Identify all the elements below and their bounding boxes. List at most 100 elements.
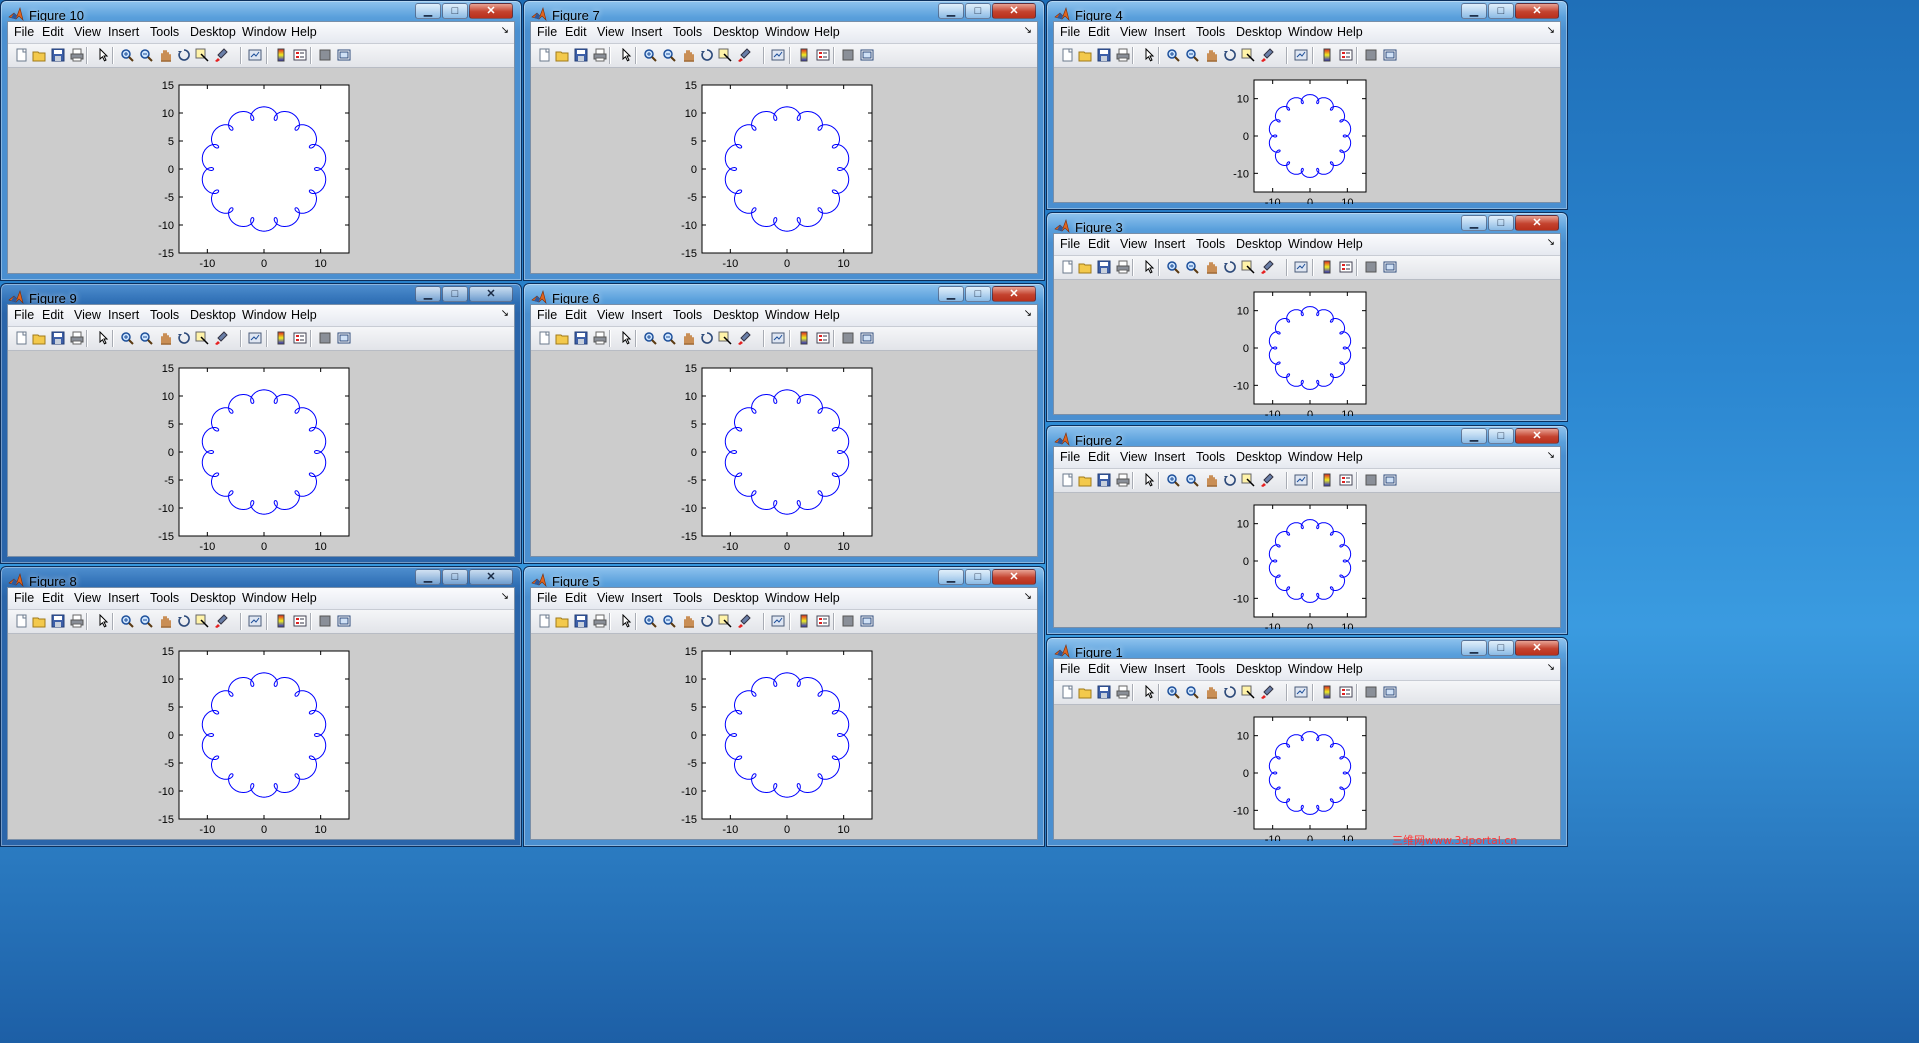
axes-plot[interactable]: 15 10 5 0 -5 -10 -15 -10 0 10 (531, 68, 1039, 275)
insert-colorbar-icon[interactable] (1320, 473, 1334, 487)
brush-icon[interactable] (214, 48, 228, 62)
show-plot-tools-icon[interactable] (1383, 473, 1397, 487)
menu-window[interactable]: Window (765, 591, 809, 605)
show-plot-tools-icon[interactable] (337, 48, 351, 62)
menu-window[interactable]: Window (242, 25, 286, 39)
maximize-button[interactable]: □ (1488, 428, 1514, 444)
menu-arrow-icon[interactable]: ↘ (1547, 450, 1555, 461)
menu-desktop[interactable]: Desktop (713, 308, 759, 322)
hide-plot-tools-icon[interactable] (1364, 48, 1378, 62)
zoom-out-icon[interactable] (662, 614, 676, 628)
zoom-in-icon[interactable] (1166, 48, 1180, 62)
menu-view[interactable]: View (597, 25, 624, 39)
minimize-button[interactable]: ▁ (415, 3, 441, 19)
new-figure-icon[interactable] (1060, 473, 1074, 487)
zoom-in-icon[interactable] (120, 331, 134, 345)
menu-view[interactable]: View (74, 591, 101, 605)
show-plot-tools-icon[interactable] (1383, 260, 1397, 274)
maximize-button[interactable]: □ (442, 3, 468, 19)
zoom-in-icon[interactable] (643, 48, 657, 62)
figure-window[interactable]: Figure 9 ▁ □ ✕ File Edit View Insert Tools Deskto… (0, 283, 522, 564)
menu-tools[interactable]: Tools (673, 308, 702, 322)
figure-window[interactable]: Figure 5 ▁ □ ✕ File Edit View Insert Tools Deskto… (523, 566, 1045, 847)
maximize-button[interactable]: □ (442, 569, 468, 585)
insert-colorbar-icon[interactable] (797, 331, 811, 345)
figure-canvas[interactable]: 15 10 5 0 -5 -10 -15 -10 0 10 (531, 68, 1037, 273)
pan-icon[interactable] (158, 48, 172, 62)
print-icon[interactable] (1116, 685, 1130, 699)
pan-icon[interactable] (681, 331, 695, 345)
axes-plot[interactable]: 10 0 -10 -10 0 10 (1054, 705, 1562, 841)
close-button[interactable]: ✕ (992, 569, 1036, 585)
menu-window[interactable]: Window (1288, 25, 1332, 39)
figure-canvas[interactable]: 15 10 5 0 -5 -10 -15 -10 0 10 (8, 634, 514, 839)
new-figure-icon[interactable] (537, 48, 551, 62)
menu-arrow-icon[interactable]: ↘ (1547, 237, 1555, 248)
menu-help[interactable]: Help (291, 591, 317, 605)
insert-colorbar-icon[interactable] (797, 614, 811, 628)
hide-plot-tools-icon[interactable] (841, 48, 855, 62)
zoom-out-icon[interactable] (662, 48, 676, 62)
maximize-button[interactable]: □ (965, 569, 991, 585)
insert-colorbar-icon[interactable] (274, 331, 288, 345)
menu-edit[interactable]: Edit (565, 308, 587, 322)
menu-arrow-icon[interactable]: ↘ (501, 308, 509, 319)
print-icon[interactable] (593, 614, 607, 628)
maximize-button[interactable]: □ (442, 286, 468, 302)
menu-file[interactable]: File (537, 591, 557, 605)
save-icon[interactable] (51, 48, 65, 62)
menu-insert[interactable]: Insert (631, 25, 662, 39)
brush-icon[interactable] (214, 614, 228, 628)
link-plot-icon[interactable] (248, 614, 262, 628)
menu-window[interactable]: Window (1288, 662, 1332, 676)
link-plot-icon[interactable] (1294, 48, 1308, 62)
edit-plot-icon[interactable] (96, 47, 110, 62)
figure-window[interactable]: Figure 2 ▁ □ ✕ File Edit View Insert Tools Deskto… (1046, 425, 1568, 635)
new-figure-icon[interactable] (14, 331, 28, 345)
open-file-icon[interactable] (1078, 473, 1092, 487)
menu-tools[interactable]: Tools (150, 25, 179, 39)
menu-tools[interactable]: Tools (673, 591, 702, 605)
menu-insert[interactable]: Insert (1154, 450, 1185, 464)
close-button[interactable]: ✕ (1515, 3, 1559, 19)
pan-icon[interactable] (1204, 685, 1218, 699)
insert-colorbar-icon[interactable] (1320, 48, 1334, 62)
insert-legend-icon[interactable] (816, 614, 830, 628)
minimize-button[interactable]: ▁ (938, 286, 964, 302)
figure-canvas[interactable]: 15 10 5 0 -5 -10 -15 -10 0 10 (8, 351, 514, 556)
new-figure-icon[interactable] (537, 331, 551, 345)
print-icon[interactable] (593, 331, 607, 345)
hide-plot-tools-icon[interactable] (1364, 685, 1378, 699)
menu-window[interactable]: Window (242, 308, 286, 322)
menu-file[interactable]: File (14, 591, 34, 605)
print-icon[interactable] (70, 614, 84, 628)
open-file-icon[interactable] (1078, 260, 1092, 274)
link-plot-icon[interactable] (1294, 685, 1308, 699)
rotate-3d-icon[interactable] (1223, 473, 1237, 487)
data-cursor-icon[interactable] (195, 48, 209, 62)
minimize-button[interactable]: ▁ (1461, 215, 1487, 231)
data-cursor-icon[interactable] (1241, 48, 1255, 62)
menu-window[interactable]: Window (765, 25, 809, 39)
insert-legend-icon[interactable] (816, 331, 830, 345)
menu-edit[interactable]: Edit (1088, 25, 1110, 39)
menu-view[interactable]: View (597, 591, 624, 605)
figure-canvas[interactable]: 10 0 -10 -10 0 10 (1054, 280, 1560, 416)
maximize-button[interactable]: □ (1488, 640, 1514, 656)
menu-view[interactable]: View (1120, 450, 1147, 464)
edit-plot-icon[interactable] (1142, 472, 1156, 487)
hide-plot-tools-icon[interactable] (318, 331, 332, 345)
new-figure-icon[interactable] (14, 614, 28, 628)
open-file-icon[interactable] (32, 331, 46, 345)
insert-legend-icon[interactable] (816, 48, 830, 62)
close-button[interactable]: ✕ (1515, 215, 1559, 231)
save-icon[interactable] (1097, 685, 1111, 699)
menu-help[interactable]: Help (1337, 450, 1363, 464)
open-file-icon[interactable] (32, 48, 46, 62)
zoom-in-icon[interactable] (1166, 260, 1180, 274)
menu-help[interactable]: Help (1337, 237, 1363, 251)
menu-tools[interactable]: Tools (673, 25, 702, 39)
zoom-in-icon[interactable] (1166, 473, 1180, 487)
menu-arrow-icon[interactable]: ↘ (501, 591, 509, 602)
menu-tools[interactable]: Tools (150, 308, 179, 322)
